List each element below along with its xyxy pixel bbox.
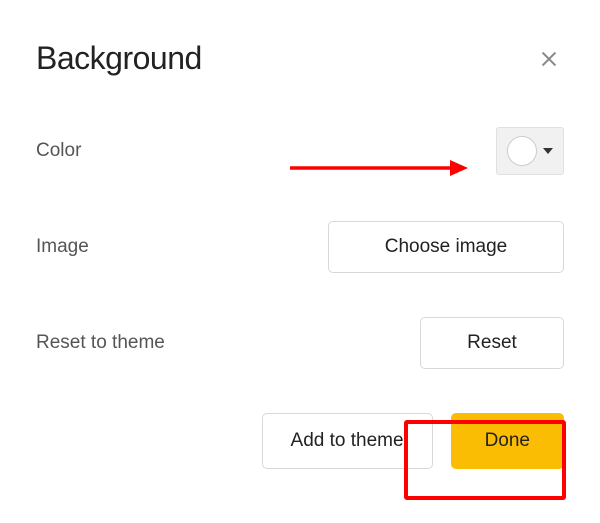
reset-label: Reset to theme bbox=[36, 332, 165, 354]
add-to-theme-button[interactable]: Add to theme bbox=[262, 413, 433, 469]
background-dialog: Background Color Image Choose image Rese… bbox=[0, 0, 600, 497]
dialog-title: Background bbox=[36, 40, 202, 77]
color-row: Color bbox=[36, 125, 564, 177]
image-row: Image Choose image bbox=[36, 221, 564, 273]
dialog-footer: Add to theme Done bbox=[36, 413, 564, 469]
choose-image-button[interactable]: Choose image bbox=[328, 221, 564, 273]
reset-button[interactable]: Reset bbox=[420, 317, 564, 369]
chevron-down-icon bbox=[543, 148, 553, 154]
color-swatch bbox=[507, 136, 537, 166]
image-label: Image bbox=[36, 236, 89, 258]
done-button[interactable]: Done bbox=[451, 413, 564, 469]
reset-row: Reset to theme Reset bbox=[36, 317, 564, 369]
close-icon[interactable] bbox=[534, 44, 564, 74]
color-picker[interactable] bbox=[496, 127, 564, 175]
dialog-header: Background bbox=[36, 40, 564, 77]
color-label: Color bbox=[36, 140, 81, 162]
